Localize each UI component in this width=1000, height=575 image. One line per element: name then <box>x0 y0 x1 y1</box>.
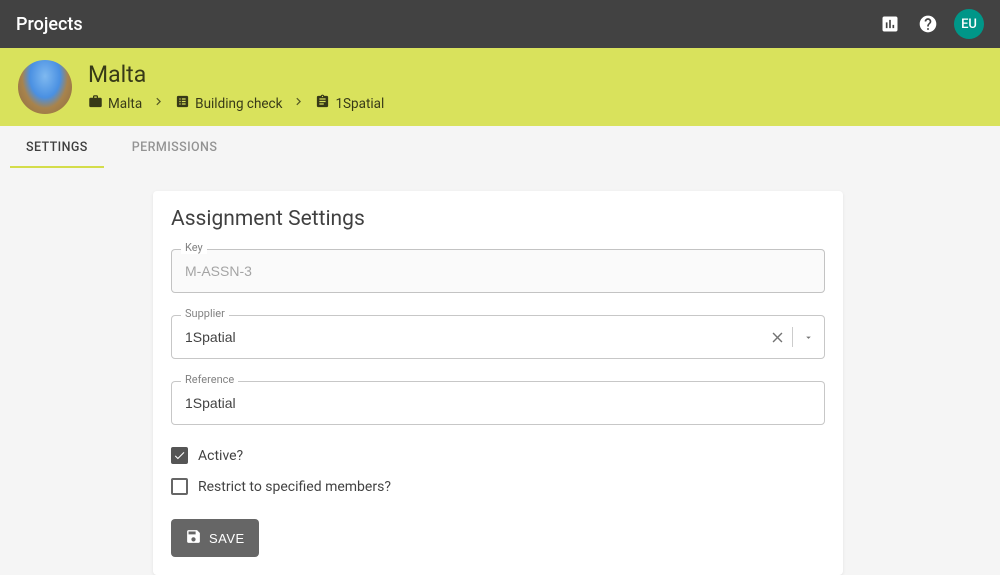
field-reference: Reference <box>171 381 825 425</box>
breadcrumb-label: Building check <box>195 96 282 112</box>
tab-permissions[interactable]: PERMISSIONS <box>110 126 240 168</box>
page-title: Malta <box>88 61 384 88</box>
card-title: Assignment Settings <box>171 207 825 231</box>
top-bar-title: Projects <box>16 14 878 35</box>
clear-icon[interactable] <box>768 328 786 346</box>
field-key: Key <box>171 249 825 293</box>
chevron-right-icon <box>291 94 306 113</box>
field-label: Key <box>181 241 207 254</box>
check-active: Active? <box>171 447 825 464</box>
check-restrict: Restrict to specified members? <box>171 478 825 495</box>
reference-input[interactable] <box>171 381 825 425</box>
field-label: Supplier <box>181 307 229 320</box>
supplier-actions <box>768 327 817 347</box>
settings-card: Assignment Settings Key Supplier Referen… <box>153 191 843 575</box>
dropdown-icon[interactable] <box>799 328 817 346</box>
breadcrumb-label: 1Spatial <box>335 96 384 112</box>
header-band: Malta Malta Building check <box>0 48 1000 126</box>
header-text: Malta Malta Building check <box>88 61 384 113</box>
chevron-right-icon <box>151 94 166 113</box>
project-avatar <box>18 60 72 114</box>
breadcrumbs: Malta Building check 1Spatial <box>88 94 384 113</box>
key-input <box>171 249 825 293</box>
content-area: Assignment Settings Key Supplier Referen… <box>0 169 1000 575</box>
breadcrumb-label: Malta <box>108 96 142 112</box>
breadcrumb-1spatial[interactable]: 1Spatial <box>315 94 384 113</box>
list-box-icon <box>175 94 190 113</box>
poll-icon[interactable] <box>878 12 902 36</box>
tabs: SETTINGS PERMISSIONS <box>0 126 1000 169</box>
briefcase-icon <box>88 94 103 113</box>
top-bar: Projects EU <box>0 0 1000 48</box>
top-bar-actions: EU <box>878 9 984 39</box>
breadcrumb-malta[interactable]: Malta <box>88 94 142 113</box>
check-label: Active? <box>198 448 243 464</box>
save-button[interactable]: SAVE <box>171 519 259 557</box>
help-icon[interactable] <box>916 12 940 36</box>
supplier-input[interactable] <box>171 315 825 359</box>
divider <box>792 327 793 347</box>
assignment-icon <box>315 94 330 113</box>
tab-settings[interactable]: SETTINGS <box>4 126 110 168</box>
breadcrumb-building-check[interactable]: Building check <box>175 94 282 113</box>
save-label: SAVE <box>209 531 245 546</box>
restrict-checkbox[interactable] <box>171 478 188 495</box>
user-avatar[interactable]: EU <box>954 9 984 39</box>
check-label: Restrict to specified members? <box>198 479 391 495</box>
field-supplier: Supplier <box>171 315 825 359</box>
save-icon <box>185 528 202 548</box>
active-checkbox[interactable] <box>171 447 188 464</box>
field-label: Reference <box>181 373 238 386</box>
